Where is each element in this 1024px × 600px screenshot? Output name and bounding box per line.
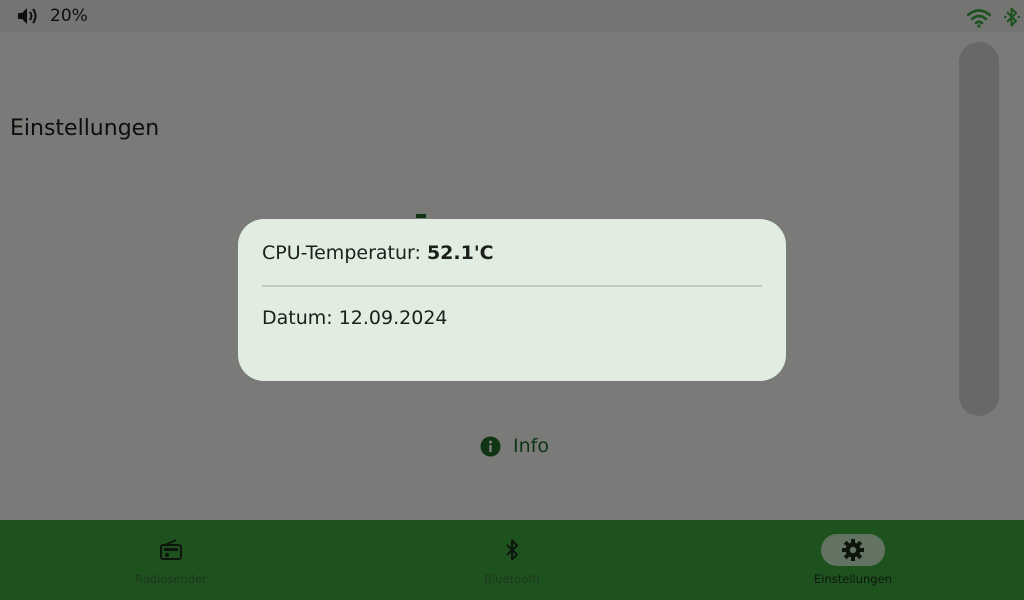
info-dialog: CPU-Temperatur: 52.1'C Datum: 12.09.2024: [238, 219, 786, 381]
cpu-temperature-label: CPU-Temperatur:: [262, 242, 427, 264]
date-row: Datum: 12.09.2024: [262, 307, 448, 329]
cpu-temperature-row: CPU-Temperatur: 52.1'C: [262, 242, 494, 264]
app-screen: 20% Einstellungen Info: [0, 0, 1024, 600]
date-value: 12.09.2024: [338, 307, 448, 329]
divider: [262, 285, 762, 287]
date-label: Datum:: [262, 307, 339, 329]
cpu-temperature-value: 52.1'C: [426, 242, 494, 264]
